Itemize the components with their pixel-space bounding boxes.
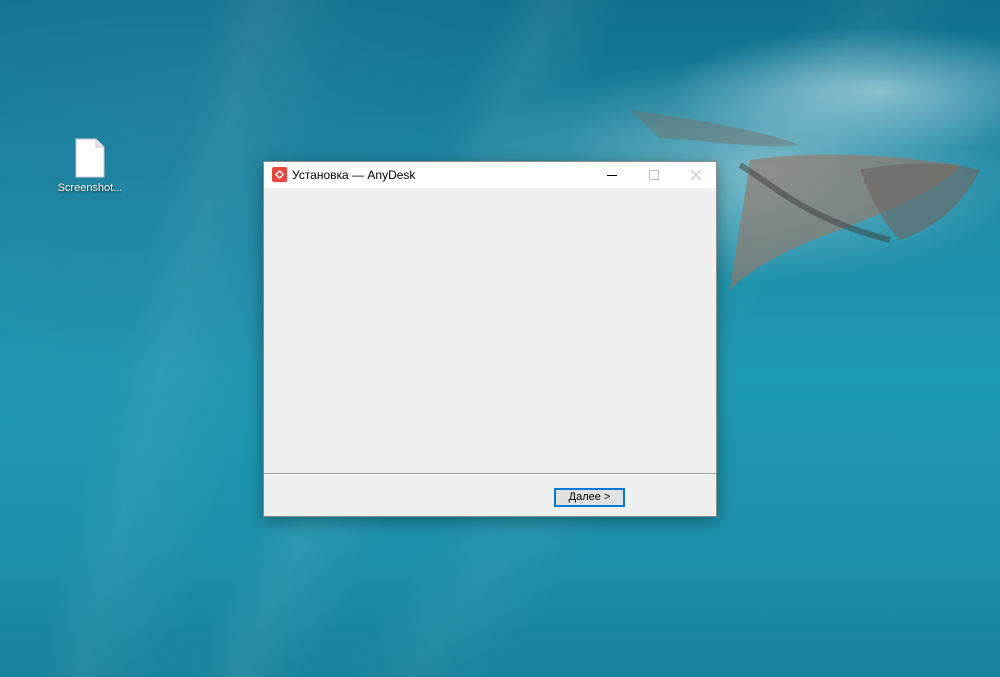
installer-window: Установка — AnyDesk Далее >: [263, 161, 717, 517]
maximize-icon: [649, 170, 659, 180]
minimize-button[interactable]: [592, 162, 632, 188]
anydesk-icon: [272, 167, 287, 182]
close-button[interactable]: [676, 162, 716, 188]
close-icon: [691, 170, 701, 180]
installer-footer: Далее >: [264, 475, 716, 516]
desktop-icon-label: Screenshot...: [57, 182, 123, 194]
minimize-icon: [607, 175, 617, 176]
maximize-button[interactable]: [634, 162, 674, 188]
window-titlebar[interactable]: Установка — AnyDesk: [264, 162, 716, 188]
desktop-icon-screenshot[interactable]: Screenshot...: [52, 138, 128, 194]
next-button[interactable]: Далее >: [554, 488, 625, 507]
installer-content-area: [264, 188, 716, 473]
window-title: Установка — AnyDesk: [292, 168, 416, 182]
file-icon: [75, 138, 105, 178]
